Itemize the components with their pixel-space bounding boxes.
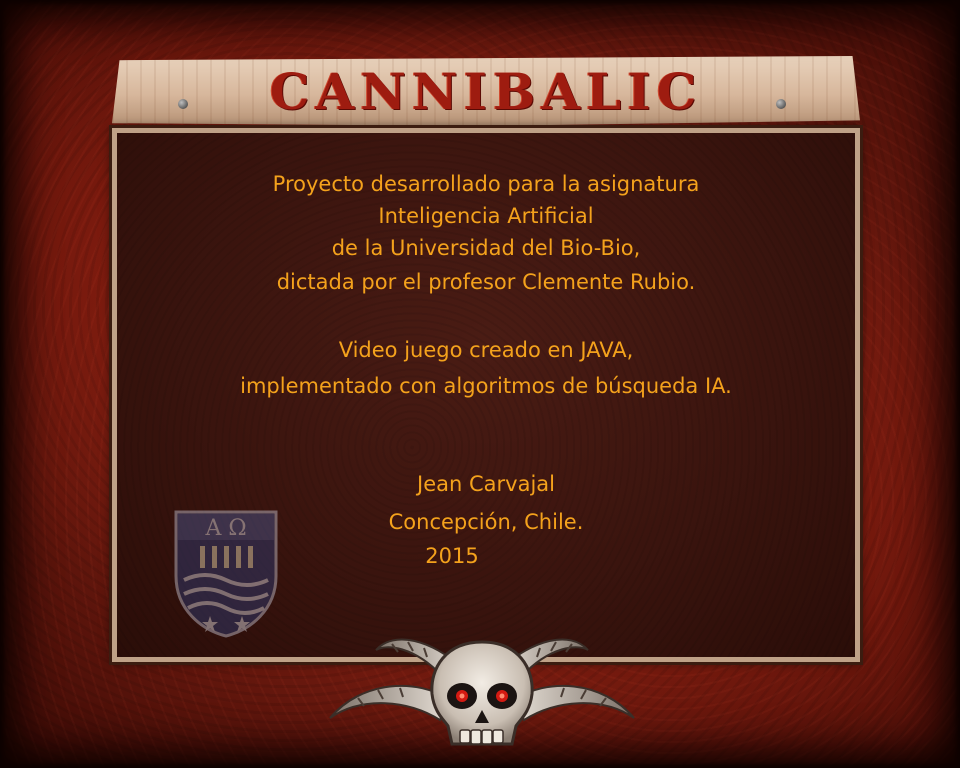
credit-line-author: Jean Carvajal xyxy=(417,472,555,496)
horned-skull-icon xyxy=(329,638,635,746)
credit-line-professor: dictada por el profesor Clemente Rubio. xyxy=(276,270,696,294)
credit-line-year: 2015 xyxy=(425,544,479,568)
credit-line-university: de la Universidad del Bio-Bio, xyxy=(331,236,641,260)
game-title: CANNIBALIC xyxy=(269,62,703,121)
nail-icon xyxy=(178,99,188,109)
nail-icon xyxy=(776,99,786,109)
credit-line-algorithms: implementado con algoritmos de búsqueda … xyxy=(240,374,732,398)
university-crest-icon: Α Ω xyxy=(174,510,278,638)
credit-line-course: Proyecto desarrollado para la asignatura xyxy=(272,172,700,196)
crest-letters: Α Ω xyxy=(204,516,246,541)
credits-screen: CANNIBALIC Proyecto desarrollado para la… xyxy=(0,0,960,768)
credit-line-java: Video juego creado en JAVA, xyxy=(338,338,634,362)
credit-line-subject: Inteligencia Artificial xyxy=(378,204,594,228)
